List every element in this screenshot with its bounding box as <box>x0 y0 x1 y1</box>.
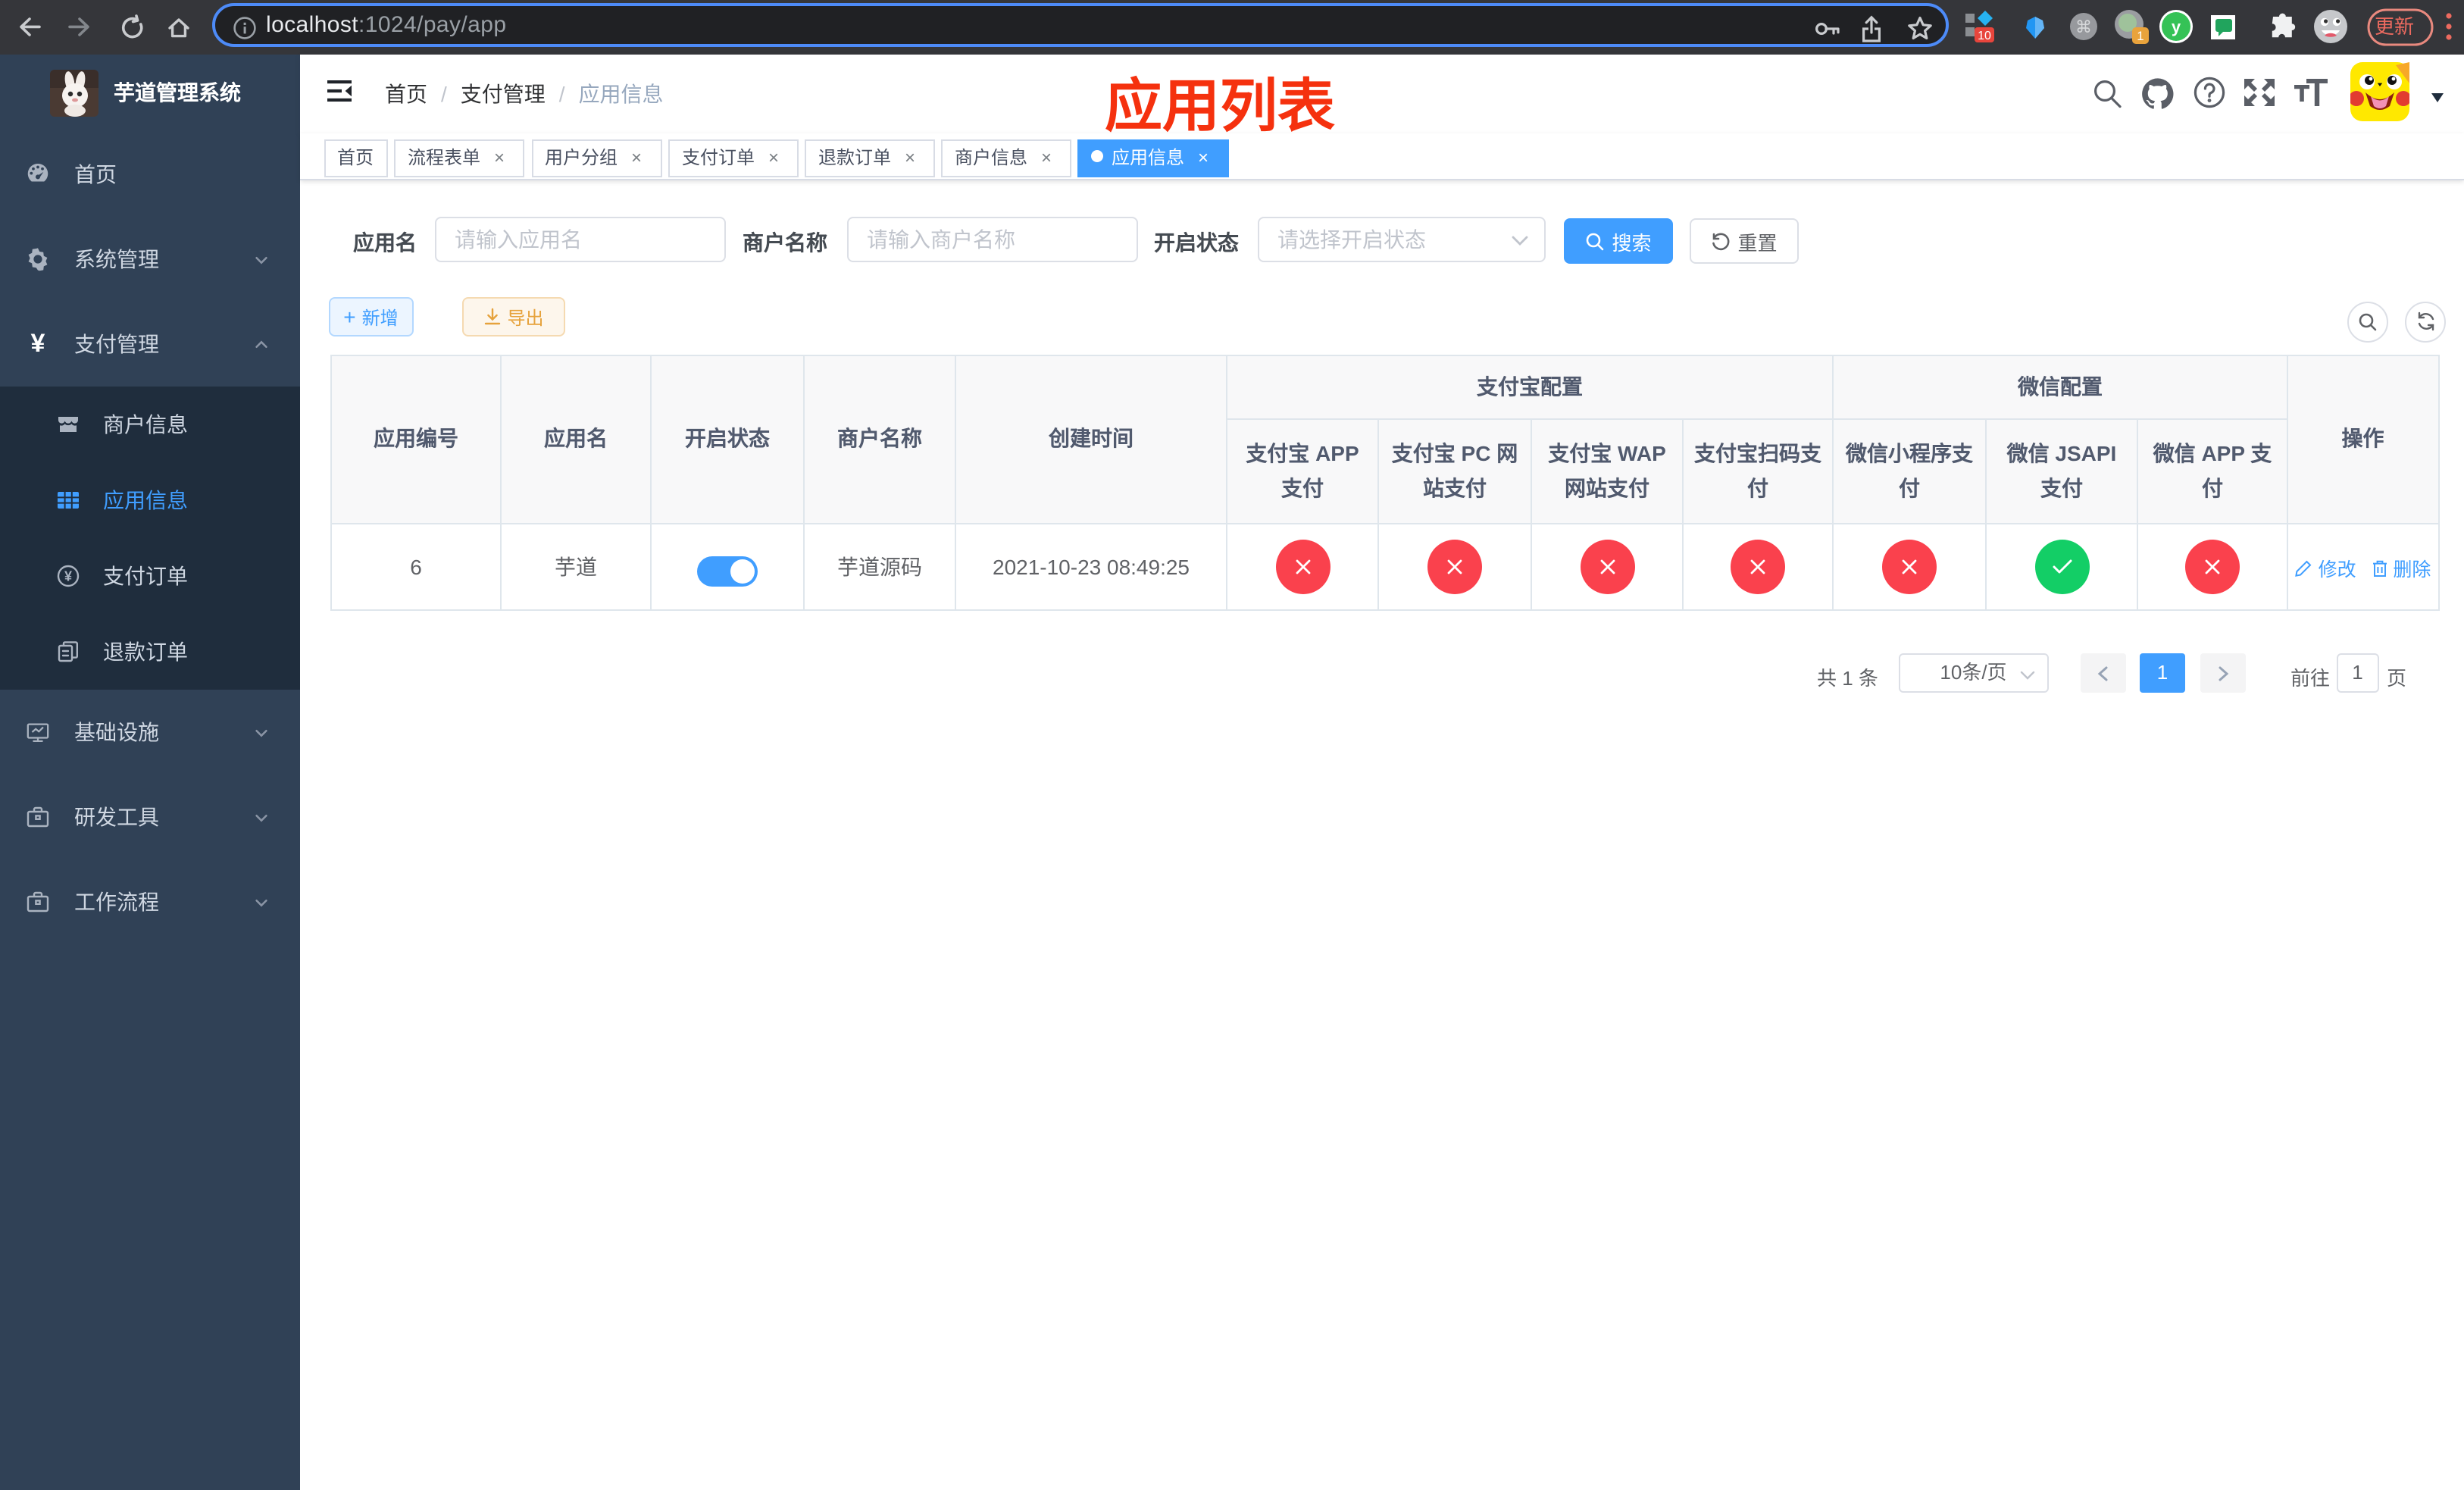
svg-text:10: 10 <box>1978 30 1991 42</box>
svg-text:⌘: ⌘ <box>2075 17 2092 36</box>
svg-text:更新: 更新 <box>2375 15 2414 38</box>
svg-text:1: 1 <box>2137 29 2143 43</box>
svg-text:¥: ¥ <box>64 568 72 583</box>
svg-text:y: y <box>2172 17 2181 36</box>
